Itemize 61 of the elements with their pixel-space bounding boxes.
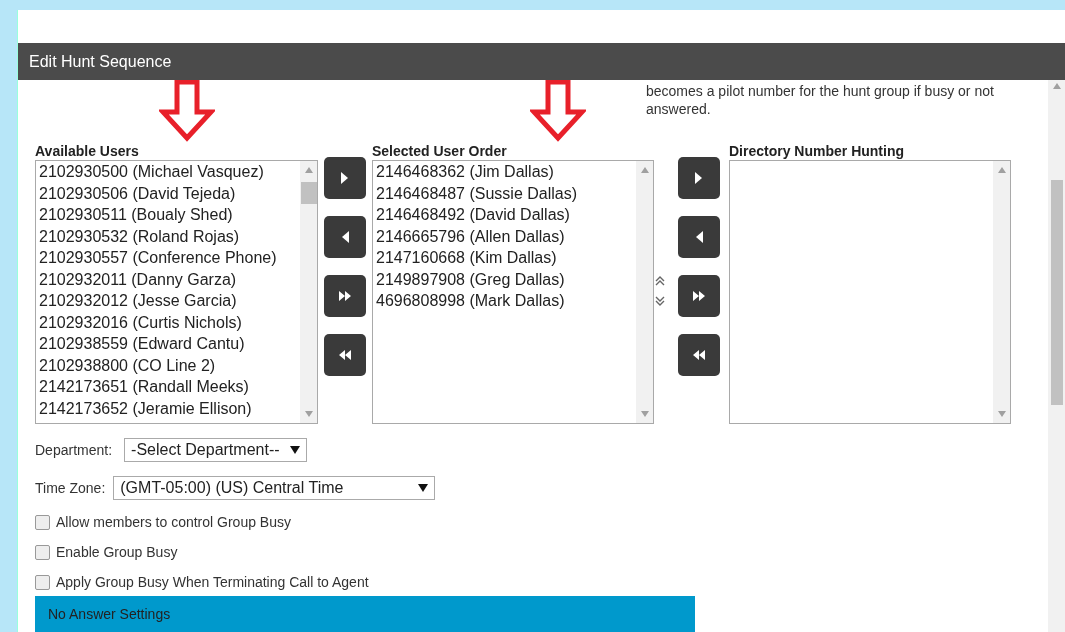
caret-down-icon (418, 484, 429, 492)
list-item[interactable]: 2102932012 (Jesse Garcia) (39, 290, 300, 312)
section-header[interactable]: No Answer Settings (35, 596, 695, 632)
list-item[interactable]: 2146468487 (Sussie Dallas) (376, 182, 636, 204)
down-arrow-icon (159, 80, 215, 142)
field-label: Time Zone: (35, 480, 106, 496)
scrollbar[interactable] (636, 161, 653, 423)
caret-down-icon (289, 446, 300, 454)
checkbox-label: Enable Group Busy (56, 544, 178, 560)
scrollbar[interactable] (993, 161, 1010, 423)
move-button[interactable] (678, 334, 720, 376)
double-right-triangle-icon (691, 288, 707, 304)
list-item[interactable]: 2147160668 (Kim Dallas) (376, 247, 636, 269)
time-zone-select[interactable]: (GMT-05:00) (US) Central Time (113, 476, 436, 500)
scrollbar[interactable] (1048, 80, 1065, 632)
list-item[interactable]: 2102932016 (Curtis Nichols) (39, 311, 300, 333)
move-button[interactable] (324, 275, 366, 317)
checkbox[interactable] (35, 514, 50, 530)
double-left-triangle-icon (691, 347, 707, 363)
list-item[interactable]: 2146468492 (David Dallas) (376, 204, 636, 226)
double-right-triangle-icon (337, 288, 353, 304)
department-select[interactable]: -Select Department-- (124, 438, 307, 462)
checkbox[interactable] (35, 574, 50, 590)
list-item[interactable]: 2102930532 (Roland Rojas) (39, 225, 300, 247)
move-button[interactable] (678, 275, 720, 317)
list-item[interactable]: 2146665796 (Allen Dallas) (376, 225, 636, 247)
field-label: Department: (35, 442, 113, 458)
list-label: Selected User Order (372, 142, 508, 160)
list-label: Directory Number Hunting (729, 142, 905, 160)
list-item[interactable]: 2102930557 (Conference Phone) (39, 247, 300, 269)
move-button[interactable] (678, 216, 720, 258)
list-item[interactable]: 2102930506 (David Tejeda) (39, 182, 300, 204)
user-list[interactable]: 2146468362 (Jim Dallas) 2146468487 (Sussie Dallas) 2146468492 (David Dallas) 2146665796 (Allen Dallas) 2147160668 (Kim Dallas) 2149897908 (Greg Dallas) 4696808998 (Mark Dallas) (372, 160, 654, 424)
checkbox-label: Allow members to control Group Busy (56, 514, 291, 530)
double-left-triangle-icon (337, 347, 353, 363)
scrollbar-thumb[interactable] (300, 182, 317, 204)
move-button[interactable] (678, 157, 720, 199)
list-item[interactable]: 2149897908 (Greg Dallas) (376, 268, 636, 290)
checkbox[interactable] (35, 544, 50, 560)
list-item[interactable]: 2102938559 (Edward Cantu) (39, 333, 300, 355)
checkbox-label: Apply Group Busy When Terminating Call to Agent (56, 574, 369, 590)
list-item[interactable]: 2146468362 (Jim Dallas) (376, 161, 636, 183)
list-item[interactable]: 4696808998 (Mark Dallas) (376, 290, 636, 312)
dialog-title: Edit Hunt Sequence (18, 43, 1065, 80)
double-chevron-up-icon (654, 274, 666, 287)
list-item[interactable]: 2102932011 (Danny Garza) (39, 268, 300, 290)
list-item[interactable]: 2142173652 (Jeramie Ellison) (39, 397, 300, 419)
list-item[interactable]: 2142173651 (Randall Meeks) (39, 376, 300, 398)
list-item[interactable]: 2102938800 (CO Line 2) (39, 354, 300, 376)
down-arrow-icon (530, 80, 586, 142)
move-button[interactable] (324, 216, 366, 258)
list-item[interactable]: 2102930511 (Boualy Shed) (39, 204, 300, 226)
help-text: becomes a pilot number for the hunt group if busy or not answered. (646, 82, 995, 118)
list-item[interactable]: 2102930500 (Michael Vasquez) (39, 161, 300, 183)
double-chevron-down-icon (654, 294, 666, 307)
scrollbar[interactable] (300, 161, 317, 423)
move-button[interactable] (324, 157, 366, 199)
move-button[interactable] (324, 334, 366, 376)
user-list[interactable] (35, 160, 318, 424)
list-label: Available Users (35, 142, 140, 160)
scrollbar-thumb[interactable] (1050, 180, 1063, 405)
